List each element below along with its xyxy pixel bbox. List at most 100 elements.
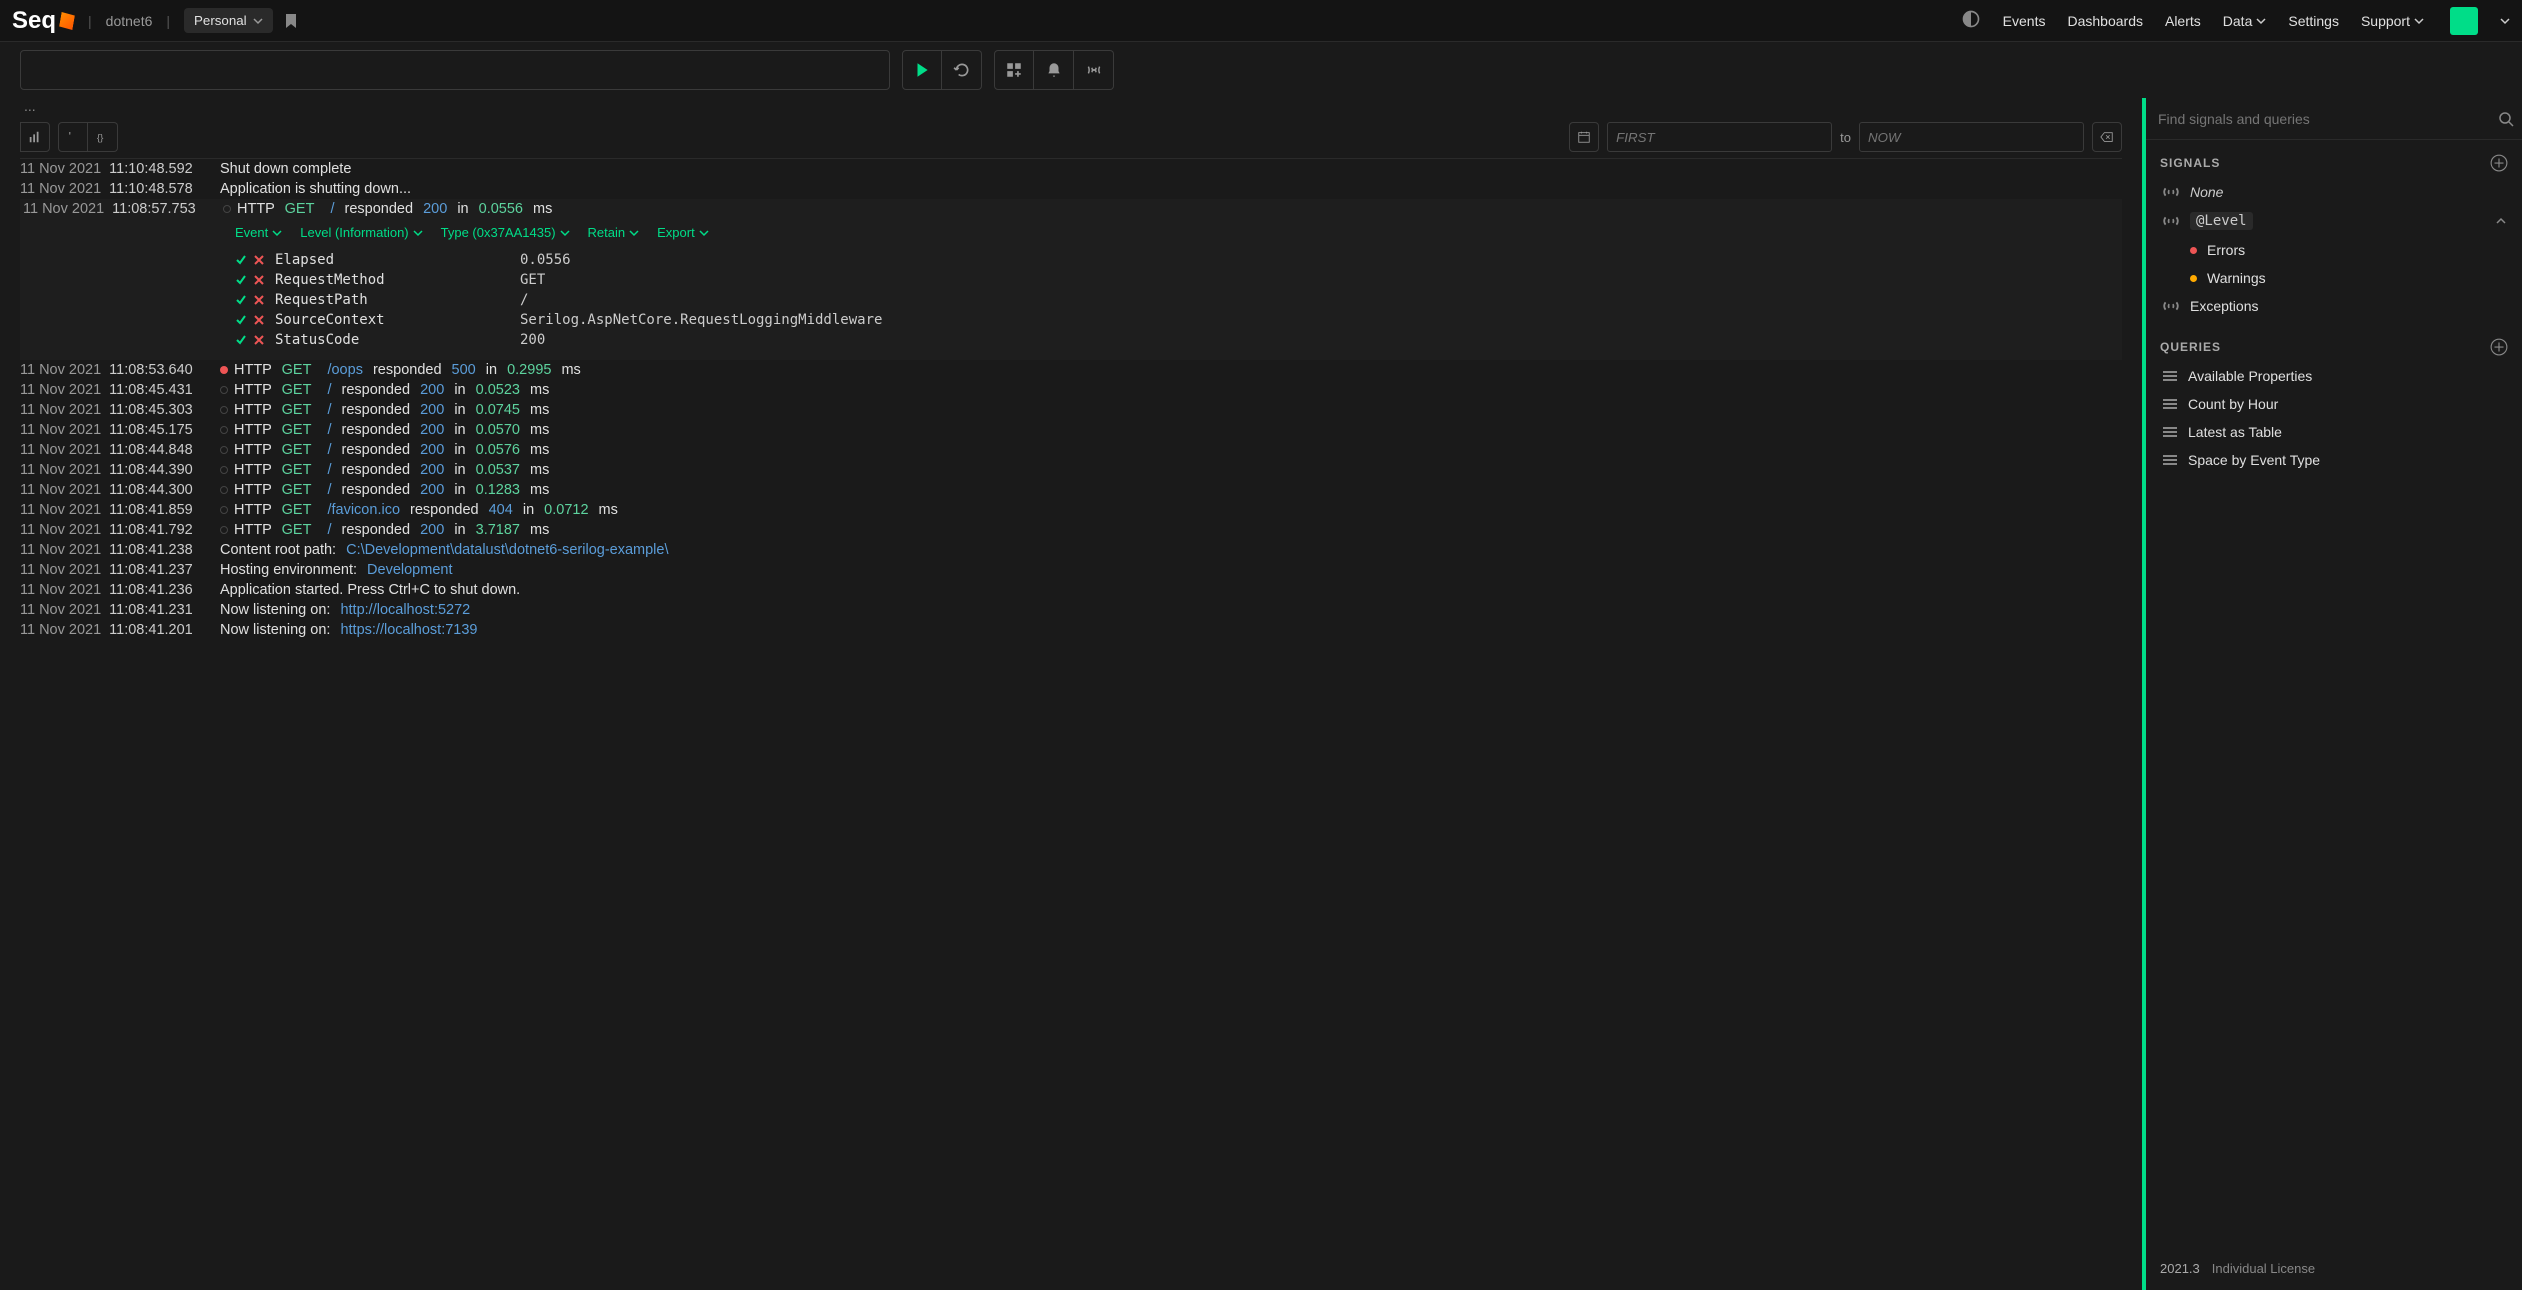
query-label: Available Properties: [2188, 368, 2312, 384]
bookmark-icon[interactable]: [283, 13, 299, 29]
chevron-down-icon: [413, 228, 423, 238]
event-row[interactable]: 11 Nov 202111:08:44.390 HTTP GET / respo…: [20, 460, 2122, 480]
collapsed-filters[interactable]: ...: [20, 98, 2122, 122]
query-item[interactable]: Count by Hour: [2160, 390, 2508, 418]
event-timestamp: 11 Nov 202111:08:41.236: [20, 582, 220, 598]
event-row[interactable]: 11 Nov 202111:08:45.175 HTTP GET / respo…: [20, 420, 2122, 440]
event-row[interactable]: 11 Nov 202111:08:41.236 Application star…: [20, 580, 2122, 600]
chevron-down-icon: [253, 16, 263, 26]
nav-dashboards[interactable]: Dashboards: [2067, 13, 2143, 29]
exclude-icon[interactable]: [253, 294, 265, 306]
query-item[interactable]: Space by Event Type: [2160, 446, 2508, 474]
project-link[interactable]: dotnet6: [106, 13, 153, 29]
event-message: HTTP GET /favicon.ico responded 404 in 0…: [220, 502, 618, 518]
clear-time-button[interactable]: [2092, 122, 2122, 152]
run-button[interactable]: [902, 50, 942, 90]
event-row[interactable]: 11 Nov 202111:08:44.300 HTTP GET / respo…: [20, 480, 2122, 500]
event-row[interactable]: 11 Nov 202111:08:45.431 HTTP GET / respo…: [20, 380, 2122, 400]
event-row[interactable]: 11 Nov 202111:08:44.848 HTTP GET / respo…: [20, 440, 2122, 460]
workspace-dropdown[interactable]: Personal: [184, 8, 273, 33]
event-message: Application started. Press Ctrl+C to shu…: [220, 582, 520, 598]
event-row[interactable]: 11 Nov 202111:08:57.753 HTTP GET / respo…: [20, 199, 2122, 219]
sidebar: SIGNALS None @Level Errors: [2142, 98, 2522, 1290]
exclude-icon[interactable]: [253, 254, 265, 266]
quote-button[interactable]: ': [58, 122, 88, 152]
level-dot-icon: [220, 406, 228, 414]
signal-label: None: [2190, 184, 2223, 200]
chart-toggle-button[interactable]: [20, 122, 50, 152]
signal-errors[interactable]: Errors: [2160, 236, 2508, 264]
nav-settings[interactable]: Settings: [2288, 13, 2339, 29]
include-icon[interactable]: [235, 274, 247, 286]
property-value: 0.0556: [520, 252, 571, 268]
event-message: Now listening on: https://localhost:7139: [220, 622, 478, 638]
time-to-label: to: [1840, 130, 1851, 145]
event-row[interactable]: 11 Nov 202111:10:48.592 Shut down comple…: [20, 159, 2122, 179]
nav-events[interactable]: Events: [2003, 13, 2046, 29]
chevron-down-icon: [560, 228, 570, 238]
include-icon[interactable]: [235, 334, 247, 346]
signals-search-input[interactable]: [2154, 103, 2498, 135]
theme-toggle[interactable]: [1961, 9, 1981, 32]
signal-exceptions[interactable]: Exceptions: [2160, 292, 2508, 320]
event-row[interactable]: 11 Nov 202111:08:41.237 Hosting environm…: [20, 560, 2122, 580]
exclude-icon[interactable]: [253, 314, 265, 326]
exclude-icon[interactable]: [253, 334, 265, 346]
signal-level-group[interactable]: @Level: [2160, 206, 2508, 236]
exclude-icon[interactable]: [253, 274, 265, 286]
time-toolbar: ' {} to: [20, 122, 2122, 158]
query-item[interactable]: Latest as Table: [2160, 418, 2508, 446]
time-to-input[interactable]: [1859, 122, 2084, 152]
event-row[interactable]: 11 Nov 202111:08:41.859 HTTP GET /favico…: [20, 500, 2122, 520]
event-row[interactable]: 11 Nov 202111:08:45.303 HTTP GET / respo…: [20, 400, 2122, 420]
query-input[interactable]: [20, 50, 890, 90]
property-key: SourceContext: [275, 312, 510, 328]
user-menu-chevron-icon[interactable]: [2500, 16, 2510, 26]
signal-label: Warnings: [2207, 270, 2266, 286]
nav-support[interactable]: Support: [2361, 13, 2424, 29]
event-row[interactable]: 11 Nov 202111:08:41.792 HTTP GET / respo…: [20, 520, 2122, 540]
event-menu-item[interactable]: Level (Information): [300, 225, 422, 240]
event-menu-item[interactable]: Export: [657, 225, 709, 240]
event-menu-item[interactable]: Event: [235, 225, 282, 240]
event-detail-menu: Event Level (Information) Type (0x37AA14…: [23, 219, 2122, 250]
property-key: StatusCode: [275, 332, 510, 348]
alert-button[interactable]: [1034, 50, 1074, 90]
nav-support-label: Support: [2361, 13, 2410, 29]
nav-data[interactable]: Data: [2223, 13, 2267, 29]
table-icon: [2162, 398, 2178, 410]
time-from-input[interactable]: [1607, 122, 1832, 152]
calendar-button[interactable]: [1569, 122, 1599, 152]
event-row[interactable]: 11 Nov 202111:08:41.231 Now listening on…: [20, 600, 2122, 620]
add-signal-icon[interactable]: [2490, 154, 2508, 172]
event-row[interactable]: 11 Nov 202111:08:41.238 Content root pat…: [20, 540, 2122, 560]
query-item[interactable]: Available Properties: [2160, 362, 2508, 390]
event-menu-item[interactable]: Type (0x37AA1435): [441, 225, 570, 240]
query-label: Latest as Table: [2188, 424, 2282, 440]
add-widget-button[interactable]: [994, 50, 1034, 90]
include-icon[interactable]: [235, 254, 247, 266]
search-icon[interactable]: [2498, 111, 2514, 127]
add-query-icon[interactable]: [2490, 338, 2508, 356]
level-dot-icon: [220, 426, 228, 434]
chevron-down-icon: [2414, 16, 2424, 26]
event-row[interactable]: 11 Nov 202111:10:48.578 Application is s…: [20, 179, 2122, 199]
sidebar-footer: 2021.3 Individual License: [2146, 1247, 2522, 1290]
signal-icon: [2162, 185, 2180, 199]
logo-text: Seq: [12, 7, 56, 35]
refresh-button[interactable]: [942, 50, 982, 90]
include-icon[interactable]: [235, 314, 247, 326]
stream-button[interactable]: [1074, 50, 1114, 90]
signal-warnings[interactable]: Warnings: [2160, 264, 2508, 292]
property-row: Elapsed 0.0556: [235, 250, 2122, 270]
braces-button[interactable]: {}: [88, 122, 118, 152]
signal-none[interactable]: None: [2160, 178, 2508, 206]
include-icon[interactable]: [235, 294, 247, 306]
event-row[interactable]: 11 Nov 202111:08:53.640 HTTP GET /oops r…: [20, 360, 2122, 380]
avatar[interactable]: [2450, 7, 2478, 35]
event-menu-item[interactable]: Retain: [588, 225, 640, 240]
signal-icon: [2162, 214, 2180, 228]
nav-alerts[interactable]: Alerts: [2165, 13, 2201, 29]
event-row[interactable]: 11 Nov 202111:08:41.201 Now listening on…: [20, 620, 2122, 640]
logo[interactable]: Seq: [12, 7, 74, 35]
